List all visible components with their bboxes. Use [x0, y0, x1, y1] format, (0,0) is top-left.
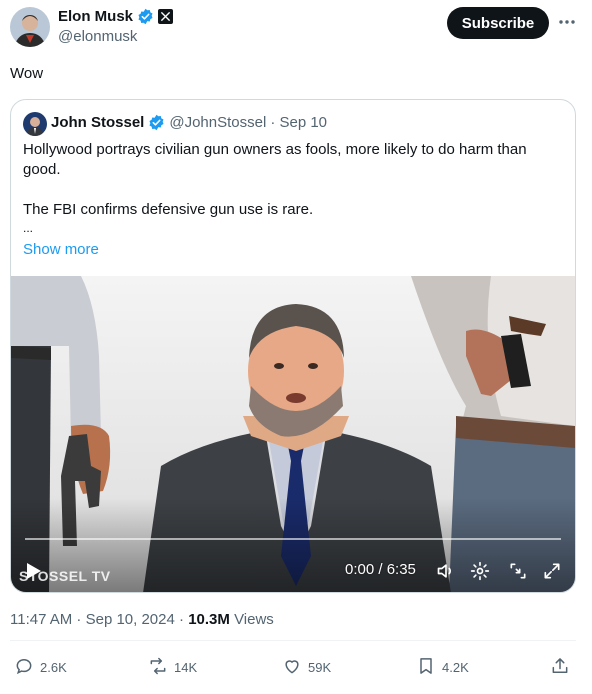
quoted-text-line: Hollywood portrays civilian gun owners a… — [23, 141, 527, 178]
quoted-text: Hollywood portrays civilian gun owners a… — [23, 140, 563, 236]
quoted-handle[interactable]: @JohnStossel — [169, 114, 266, 131]
volume-icon[interactable] — [435, 560, 457, 582]
reply-icon — [14, 656, 34, 679]
author-name-row: Elon Musk — [58, 8, 174, 25]
tweet-meta: 11:47 AM · Sep 10, 2024 · 10.3M Views — [10, 611, 274, 628]
share-icon — [550, 656, 570, 679]
bookmark-count: 4.2K — [442, 660, 469, 675]
action-bar: 2.6K 14K 59K 4.2K — [10, 656, 576, 686]
repost-icon — [148, 656, 168, 679]
tweet-timestamp[interactable]: 11:47 AM · Sep 10, 2024 · — [10, 611, 184, 628]
like-button[interactable]: 59K — [282, 656, 331, 679]
quoted-tweet[interactable]: John Stossel @JohnStossel · Sep 10 Holly… — [10, 99, 576, 593]
settings-icon[interactable] — [469, 560, 491, 582]
like-count: 59K — [308, 660, 332, 675]
like-icon — [282, 656, 302, 679]
reply-count: 2.6K — [40, 660, 67, 675]
repost-count: 14K — [174, 660, 198, 675]
subscribe-button[interactable]: Subscribe — [447, 7, 549, 39]
verified-icon — [148, 114, 165, 131]
pip-icon[interactable] — [507, 560, 529, 582]
show-more-link[interactable]: Show more — [23, 241, 99, 258]
bookmark-icon — [416, 656, 436, 679]
video-progress-track[interactable] — [25, 538, 561, 540]
verified-icon — [137, 8, 154, 25]
author-handle[interactable]: @elonmusk — [58, 28, 137, 45]
fullscreen-icon[interactable] — [541, 560, 563, 582]
tweet-text: Wow — [10, 65, 44, 82]
author-name[interactable]: Elon Musk — [58, 8, 133, 25]
quoted-date[interactable]: · Sep 10 — [270, 114, 327, 131]
more-icon[interactable] — [558, 13, 576, 31]
divider — [10, 640, 576, 641]
views-count: 10.3M — [188, 611, 230, 628]
quoted-header: John Stossel @JohnStossel · Sep 10 — [51, 114, 327, 131]
repost-button[interactable]: 14K — [148, 656, 197, 679]
quoted-text-line: The FBI confirms defensive gun use is ra… — [23, 201, 314, 218]
quoted-avatar[interactable] — [23, 112, 47, 136]
views-label: Views — [234, 611, 274, 628]
author-avatar[interactable] — [10, 7, 50, 47]
video-watermark: STOSSEL TV — [19, 568, 111, 584]
video-time: 0:00 / 6:35 — [345, 561, 416, 578]
reply-button[interactable]: 2.6K — [14, 656, 67, 679]
share-button[interactable] — [550, 656, 570, 679]
video-player[interactable]: STOSSEL TV 0:00 / 6:35 — [11, 276, 575, 592]
quoted-name[interactable]: John Stossel — [51, 114, 144, 131]
video-frame — [11, 276, 575, 592]
bookmark-button[interactable]: 4.2K — [416, 656, 469, 679]
x-badge-icon — [158, 9, 174, 24]
quoted-text-ellipsis: ... — [23, 221, 34, 235]
